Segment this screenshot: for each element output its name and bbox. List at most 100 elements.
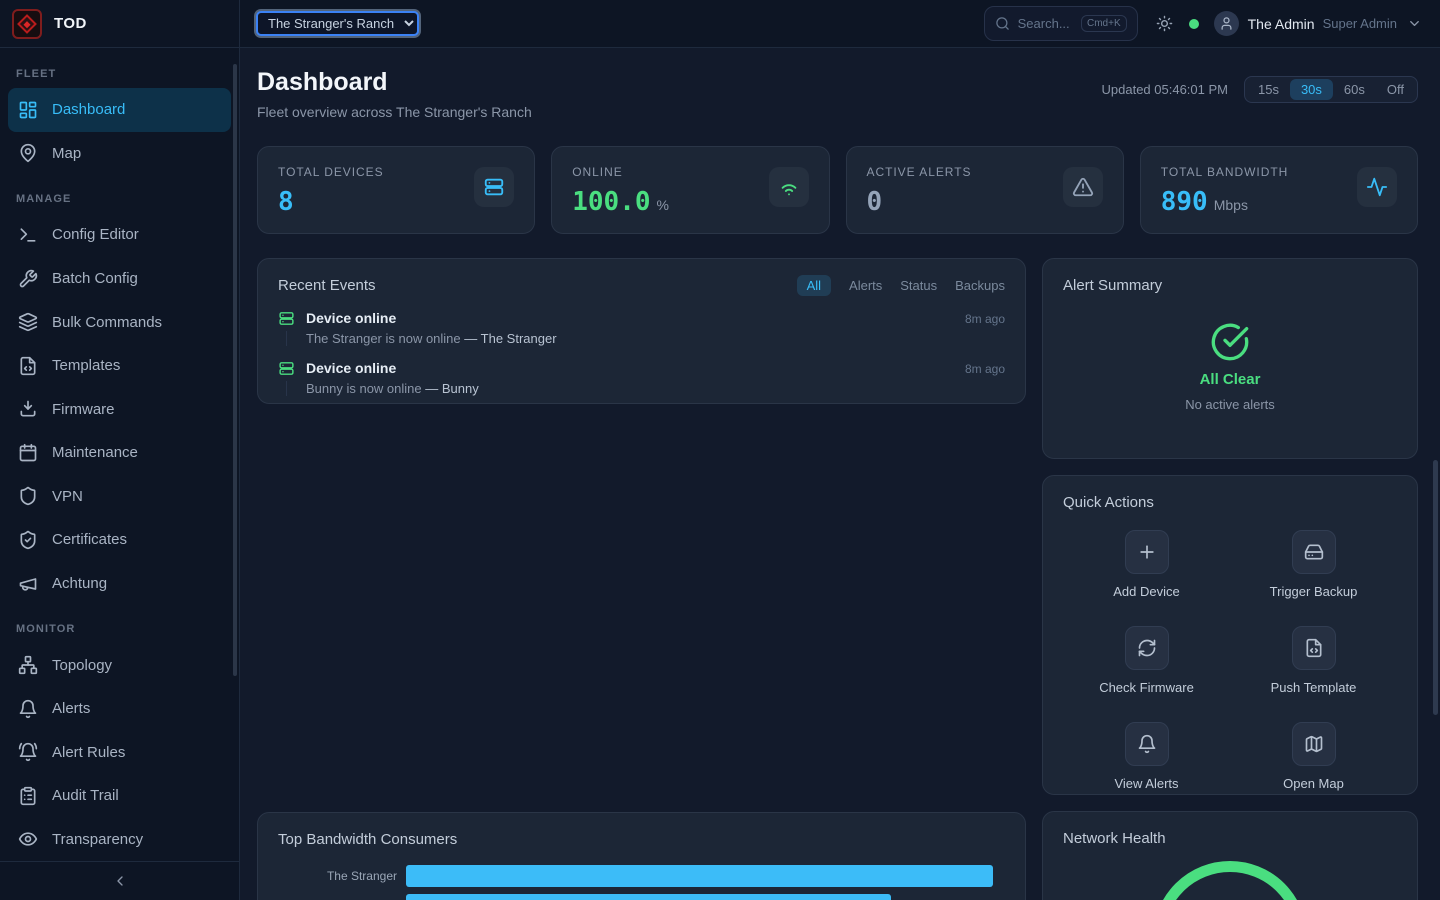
file-code-icon [18, 356, 38, 376]
alert-detail-text: No active alerts [1185, 397, 1275, 412]
tab-alerts[interactable]: Alerts [849, 278, 882, 293]
recent-events-card: Recent Events All Alerts Status Backups [257, 258, 1026, 404]
sidebar-item-map[interactable]: Map [8, 132, 231, 176]
user-icon [1219, 16, 1234, 31]
user-name: The Admin [1248, 16, 1315, 32]
tab-all[interactable]: All [797, 275, 831, 296]
event-title: Device online [306, 310, 396, 326]
sidebar-item-dashboard[interactable]: Dashboard [8, 88, 231, 132]
page-title: Dashboard [257, 68, 532, 97]
activity-icon [1366, 176, 1388, 198]
bandwidth-row: Walter [278, 894, 1005, 900]
quick-action-view-alerts[interactable]: View Alerts [1063, 722, 1230, 791]
bandwidth-bar-label: The Stranger [278, 869, 406, 883]
page-scrollbar[interactable] [1433, 460, 1438, 715]
sidebar-item-achtung[interactable]: Achtung [8, 562, 231, 606]
sidebar-item-audit-trail[interactable]: Audit Trail [8, 774, 231, 818]
updated-timestamp: Updated 05:46:01 PM [1102, 82, 1228, 97]
clipboard-list-icon [18, 786, 38, 806]
sidebar-item-alerts[interactable]: Alerts [8, 687, 231, 731]
sidebar-item-label: Dashboard [52, 101, 125, 118]
sidebar-scrollbar[interactable] [233, 64, 237, 676]
recent-events-title: Recent Events [278, 277, 376, 294]
quick-action-open-map[interactable]: Open Map [1230, 722, 1397, 791]
plus-icon [1137, 542, 1157, 562]
sidebar-item-label: VPN [52, 488, 83, 505]
sidebar-item-maintenance[interactable]: Maintenance [8, 431, 231, 475]
stat-card-online: ONLINE 100.0% [551, 146, 829, 234]
event-description: The Stranger is now online [306, 331, 461, 346]
connection-status-dot [1189, 19, 1199, 29]
terminal-icon [18, 225, 38, 245]
sidebar-item-label: Transparency [52, 831, 143, 848]
event-title: Device online [306, 360, 396, 376]
tab-status[interactable]: Status [900, 278, 937, 293]
stat-label: TOTAL BANDWIDTH [1161, 165, 1289, 179]
bandwidth-title: Top Bandwidth Consumers [278, 831, 457, 848]
network-health-card: Network Health 100 [1042, 811, 1418, 900]
stat-unit: % [657, 197, 669, 213]
network-icon [18, 655, 38, 675]
circle-check-icon [1210, 322, 1250, 362]
sidebar-item-label: Templates [52, 357, 120, 374]
avatar[interactable] [1214, 11, 1239, 36]
sidebar-item-config-editor[interactable]: Config Editor [8, 213, 231, 257]
sidebar-section-monitor: MONITOR [8, 623, 231, 635]
health-gauge-ring: 100 [1153, 861, 1307, 900]
quick-action-push-template[interactable]: Push Template [1230, 626, 1397, 695]
quick-action-label: Open Map [1283, 776, 1344, 791]
sidebar-item-topology[interactable]: Topology [8, 643, 231, 687]
search-input[interactable] [1018, 16, 1073, 31]
bell-icon [18, 699, 38, 719]
dashboard-icon [18, 100, 38, 120]
event-description: Bunny is now online [306, 381, 422, 396]
event-time: 8m ago [965, 362, 1005, 376]
sidebar: FLEET Dashboard Map MANAGE Config Editor… [0, 48, 240, 900]
refresh-30s-button[interactable]: 30s [1290, 79, 1333, 100]
bandwidth-bar [406, 894, 891, 900]
sidebar-collapse-button[interactable] [0, 861, 239, 900]
tab-backups[interactable]: Backups [955, 278, 1005, 293]
refresh-60s-button[interactable]: 60s [1333, 79, 1376, 100]
sidebar-item-vpn[interactable]: VPN [8, 475, 231, 519]
sidebar-section-fleet: FLEET [8, 68, 231, 80]
server-icon [278, 310, 295, 327]
quick-action-trigger-backup[interactable]: Trigger Backup [1230, 530, 1397, 599]
event-row: Device online 8m ago Bunny is now online… [278, 360, 1005, 396]
refresh-off-button[interactable]: Off [1376, 79, 1415, 100]
sidebar-item-firmware[interactable]: Firmware [8, 387, 231, 431]
shield-icon [18, 486, 38, 506]
quick-action-add-device[interactable]: Add Device [1063, 530, 1230, 599]
refresh-15s-button[interactable]: 15s [1247, 79, 1290, 100]
event-row: Device online 8m ago The Stranger is now… [278, 310, 1005, 346]
stat-label: TOTAL DEVICES [278, 165, 384, 179]
bandwidth-row: The Stranger [278, 865, 1005, 887]
search-box[interactable]: Cmd+K [984, 6, 1138, 41]
bell-ring-icon [18, 742, 38, 762]
stat-value: 8 [278, 187, 294, 217]
quick-action-label: View Alerts [1114, 776, 1178, 791]
user-menu-button[interactable] [1407, 16, 1422, 31]
stat-unit: Mbps [1214, 197, 1248, 213]
quick-actions-title: Quick Actions [1063, 494, 1154, 511]
sidebar-item-transparency[interactable]: Transparency [8, 818, 231, 862]
alert-triangle-icon [1072, 176, 1094, 198]
sidebar-item-certificates[interactable]: Certificates [8, 518, 231, 562]
sidebar-item-alert-rules[interactable]: Alert Rules [8, 731, 231, 775]
file-code-icon [1304, 638, 1324, 658]
chevron-down-icon [1407, 16, 1422, 31]
quick-action-check-firmware[interactable]: Check Firmware [1063, 626, 1230, 695]
bandwidth-chart: The Stranger Walter [278, 865, 1005, 900]
sidebar-item-label: Certificates [52, 531, 127, 548]
sidebar-item-bulk-commands[interactable]: Bulk Commands [8, 300, 231, 344]
quick-action-label: Add Device [1113, 584, 1179, 599]
fleet-selector[interactable]: The Stranger's Ranch [256, 11, 419, 36]
sidebar-item-templates[interactable]: Templates [8, 344, 231, 388]
bell-icon [1137, 734, 1157, 754]
theme-toggle-button[interactable] [1156, 15, 1173, 32]
sidebar-item-batch-config[interactable]: Batch Config [8, 257, 231, 301]
app-logo[interactable] [12, 9, 42, 39]
stat-value: 890 [1161, 187, 1208, 217]
layers-icon [18, 312, 38, 332]
wifi-icon [778, 176, 800, 198]
